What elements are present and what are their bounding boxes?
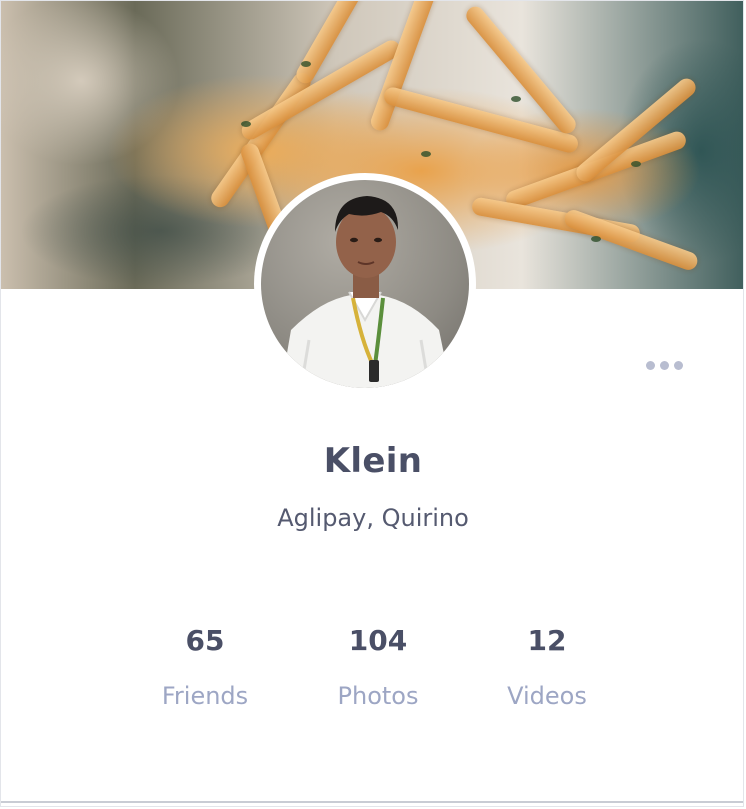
profile-name: Klein — [323, 441, 423, 481]
more-options-button[interactable] — [639, 351, 689, 379]
more-horizontal-icon — [645, 360, 655, 370]
profile-location: Aglipay, Quirino — [277, 504, 469, 532]
stat-label: Videos — [507, 682, 587, 710]
stat-value: 12 — [527, 624, 567, 657]
stat-label: Friends — [161, 682, 249, 710]
more-horizontal-icon — [673, 360, 683, 370]
avatar-portrait — [281, 196, 451, 388]
profile-stats: 65 Friends 104 Photos 12 Videos — [1, 616, 743, 736]
profile-card: Klein Aglipay, Quirino 65 Friends 104 Ph… — [0, 0, 744, 807]
divider — [1, 801, 743, 803]
stat-friends[interactable]: 65 Friends — [125, 616, 285, 710]
more-horizontal-icon — [659, 360, 669, 370]
avatar-photo — [261, 180, 469, 388]
stat-value: 104 — [348, 624, 408, 657]
stat-value: 65 — [185, 624, 225, 657]
stat-label: Photos — [337, 682, 419, 710]
stat-videos[interactable]: 12 Videos — [467, 616, 627, 710]
avatar[interactable] — [254, 173, 476, 395]
stat-photos[interactable]: 104 Photos — [298, 616, 458, 710]
